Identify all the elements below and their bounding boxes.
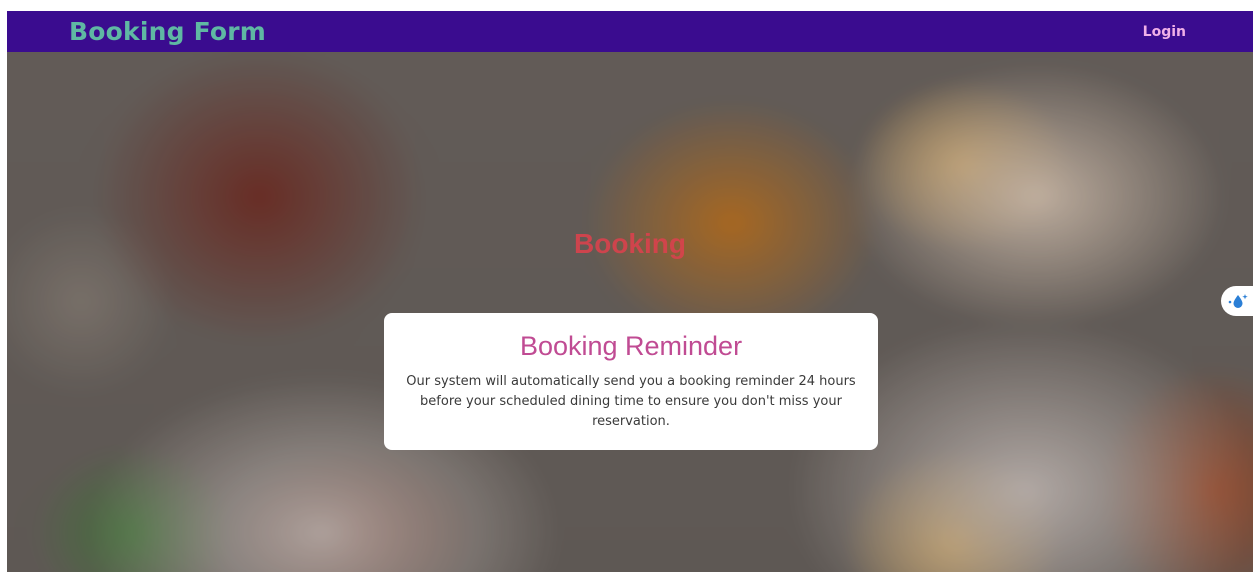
reminder-title: Booking Reminder	[519, 331, 743, 361]
side-widget-button[interactable]	[1221, 286, 1253, 316]
hero-title: Booking	[574, 228, 686, 259]
hero-overlay	[7, 52, 1253, 572]
navbar: Booking Form Login	[7, 11, 1253, 52]
brand-title[interactable]: Booking Form	[69, 17, 266, 46]
reminder-text: Our system will automatically send you a…	[406, 374, 856, 429]
booking-reminder-card: Booking Reminder Our system will automat…	[384, 313, 878, 450]
login-link[interactable]: Login	[1143, 24, 1186, 40]
water-drop-sparkle-icon	[1228, 294, 1248, 308]
page: Booking Form Login Booking Booking Remin…	[0, 0, 1253, 572]
hero-section: Booking Booking Reminder Our system will…	[7, 52, 1253, 572]
